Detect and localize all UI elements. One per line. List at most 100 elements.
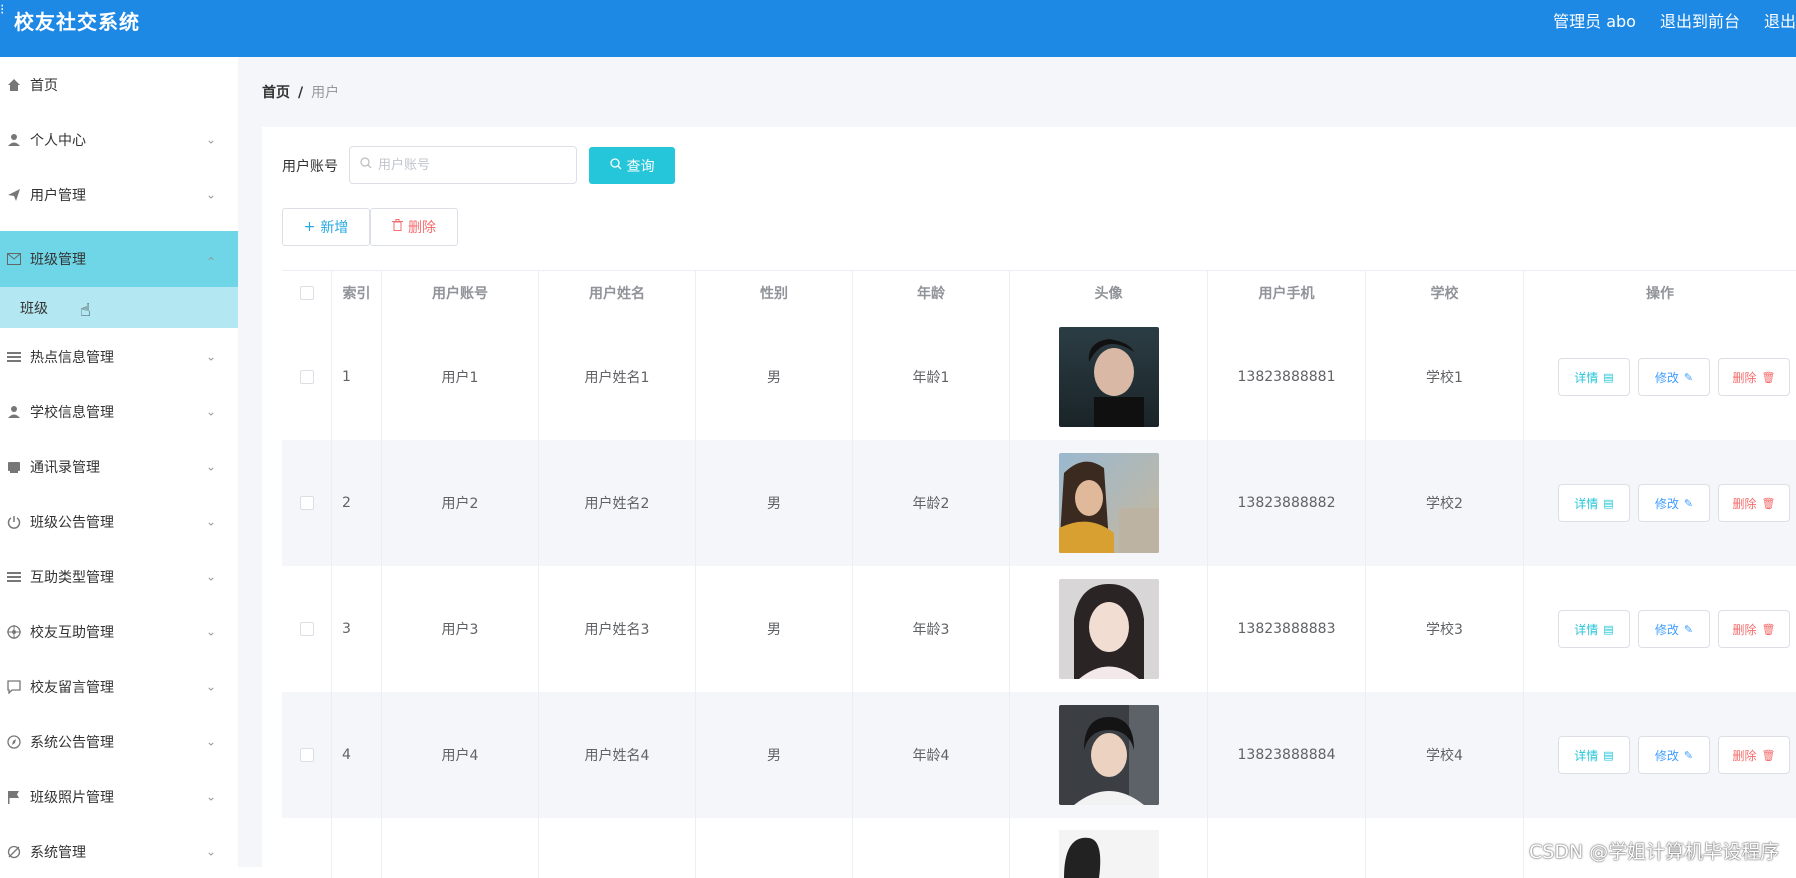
header-name: 用户姓名 xyxy=(539,271,696,314)
select-all-checkbox[interactable] xyxy=(299,285,314,300)
sidebar-item-class-photos[interactable]: 班级照片管理 ⌄ xyxy=(0,772,238,822)
chevron-down-icon: ⌄ xyxy=(206,132,217,147)
row-checkbox[interactable] xyxy=(299,370,314,384)
breadcrumb: 首页 / 用户 xyxy=(262,82,339,102)
menu-toggle-icon[interactable]: ⁝ xyxy=(0,3,4,17)
detail-label: 详情 xyxy=(1574,370,1599,385)
delete-button[interactable]: 删除 🗑 xyxy=(1718,484,1790,522)
batch-delete-button[interactable]: 删除 xyxy=(370,208,458,246)
delete-button[interactable]: 删除 🗑 xyxy=(1718,736,1790,774)
sidebar-item-label: 热点信息管理 xyxy=(30,350,114,366)
table-row: 4 用户4 用户姓名4 男 年龄4 13823888884 学校4 详情 ▤ 修改… xyxy=(282,692,1796,819)
header-phone: 用户手机 xyxy=(1208,271,1366,314)
cell-name xyxy=(539,818,696,878)
sidebar-item-alumni-help[interactable]: 校友互助管理 ⌄ xyxy=(0,607,238,657)
chevron-up-icon: ⌄ xyxy=(206,254,217,269)
edit-label: 修改 xyxy=(1654,496,1679,511)
exit-to-front-link[interactable]: 退出到前台 xyxy=(1660,8,1740,32)
sidebar-item-system-management[interactable]: 系统管理 ⌄ xyxy=(0,827,238,877)
row-checkbox[interactable] xyxy=(299,748,314,762)
trash-icon xyxy=(392,219,403,235)
cell-index: 3 xyxy=(332,566,382,692)
search-label: 用户账号 xyxy=(282,159,338,175)
cell-phone xyxy=(1208,818,1366,878)
cell-index: 1 xyxy=(332,314,382,440)
cell-account: 用户2 xyxy=(382,440,539,566)
header-school: 学校 xyxy=(1366,271,1524,314)
sidebar-item-class-notice[interactable]: 班级公告管理 ⌄ xyxy=(0,497,238,547)
avatar xyxy=(1058,453,1159,553)
sidebar-item-school-info[interactable]: 学校信息管理 ⌄ xyxy=(0,387,238,437)
delete-button[interactable]: 删除 🗑 xyxy=(1718,610,1790,648)
breadcrumb-current: 用户 xyxy=(311,85,340,101)
cell-avatar xyxy=(1010,818,1208,878)
row-select-cell xyxy=(282,566,332,692)
sidebar-item-label: 学校信息管理 xyxy=(30,405,114,421)
cell-age: 年龄2 xyxy=(853,440,1010,566)
delete-button[interactable]: 删除 🗑 xyxy=(1718,358,1790,396)
user-icon xyxy=(6,132,22,148)
watermark: CSDN @学姐计算机毕设程序 xyxy=(1529,841,1780,863)
settings-icon xyxy=(6,844,22,860)
chevron-down-icon: ⌄ xyxy=(206,734,217,749)
search-input[interactable] xyxy=(376,156,560,174)
detail-button[interactable]: 详情 ▤ xyxy=(1558,610,1630,648)
sidebar-subitem-class[interactable]: 班级 xyxy=(0,287,238,328)
chevron-down-icon: ⌄ xyxy=(206,679,217,694)
sidebar-item-user-management[interactable]: 用户管理 ⌄ xyxy=(0,170,238,220)
cell-gender: 男 xyxy=(696,440,853,566)
row-select-cell xyxy=(282,692,332,818)
edit-button[interactable]: 修改 ✎ xyxy=(1638,358,1710,396)
edit-button[interactable]: 修改 ✎ xyxy=(1638,610,1710,648)
cell-name: 用户姓名4 xyxy=(539,692,696,818)
sidebar-item-label: 系统管理 xyxy=(30,845,86,861)
avatar xyxy=(1058,579,1159,679)
detail-button[interactable]: 详情 ▤ xyxy=(1558,358,1630,396)
document-icon: ▤ xyxy=(1603,748,1614,762)
delete-label: 删除 xyxy=(1732,622,1757,637)
logout-link[interactable]: 退出 xyxy=(1764,8,1796,32)
sidebar-item-alumni-message[interactable]: 校友留言管理 ⌄ xyxy=(0,662,238,712)
breadcrumb-separator: / xyxy=(298,85,304,101)
row-checkbox[interactable] xyxy=(299,496,314,510)
add-button[interactable]: + 新增 xyxy=(282,208,370,246)
flag-icon xyxy=(6,789,22,805)
sidebar-subitem-label: 班级 xyxy=(20,300,48,317)
row-checkbox[interactable] xyxy=(299,622,314,636)
cell-avatar xyxy=(1010,314,1208,440)
header-index: 索引 xyxy=(332,271,382,314)
target-icon xyxy=(6,624,22,640)
breadcrumb-home[interactable]: 首页 xyxy=(262,85,290,101)
message-icon xyxy=(6,679,22,695)
search-field-wrapper[interactable] xyxy=(349,146,577,184)
sidebar-item-help-type[interactable]: 互助类型管理 ⌄ xyxy=(0,552,238,602)
sidebar-item-hot-info[interactable]: 热点信息管理 ⌄ xyxy=(0,332,238,382)
admin-user-link[interactable]: 管理员 abo xyxy=(1553,8,1636,32)
detail-button[interactable]: 详情 ▤ xyxy=(1558,484,1630,522)
table-row: 2 用户2 用户姓名2 男 年龄2 13823888882 学校2 详情 ▤ 修改… xyxy=(282,440,1796,567)
sidebar-item-label: 个人中心 xyxy=(30,133,86,149)
cell-avatar xyxy=(1010,440,1208,566)
sidebar-item-contacts[interactable]: 通讯录管理 ⌄ xyxy=(0,442,238,492)
detail-button[interactable]: 详情 ▤ xyxy=(1558,736,1630,774)
pencil-icon: ✎ xyxy=(1683,496,1694,510)
cell-account: 用户4 xyxy=(382,692,539,818)
trash-icon: 🗑 xyxy=(1761,748,1776,762)
sidebar-item-personal-center[interactable]: 个人中心 ⌄ xyxy=(0,115,238,165)
cell-name: 用户姓名2 xyxy=(539,440,696,566)
chevron-down-icon: ⌄ xyxy=(206,789,217,804)
edit-label: 修改 xyxy=(1654,370,1679,385)
header-avatar: 头像 xyxy=(1010,271,1208,314)
edit-button[interactable]: 修改 ✎ xyxy=(1638,484,1710,522)
sidebar-item-class-management[interactable]: 班级管理 ⌄ xyxy=(0,231,238,287)
table-row: 3 用户3 用户姓名3 男 年龄3 13823888883 学校3 详情 ▤ 修改… xyxy=(282,566,1796,693)
sidebar-item-home[interactable]: 首页 xyxy=(0,60,238,110)
query-button[interactable]: 查询 xyxy=(589,147,675,184)
sidebar-item-system-notice[interactable]: 系统公告管理 ⌄ xyxy=(0,717,238,767)
cell-index: 4 xyxy=(332,692,382,818)
cell-account: 用户1 xyxy=(382,314,539,440)
compass-icon xyxy=(6,734,22,750)
edit-button[interactable]: 修改 ✎ xyxy=(1638,736,1710,774)
app-title: 校友社交系统 xyxy=(14,10,140,34)
cell-operations: 详情 ▤ 修改 ✎ 删除 🗑 xyxy=(1524,440,1796,566)
